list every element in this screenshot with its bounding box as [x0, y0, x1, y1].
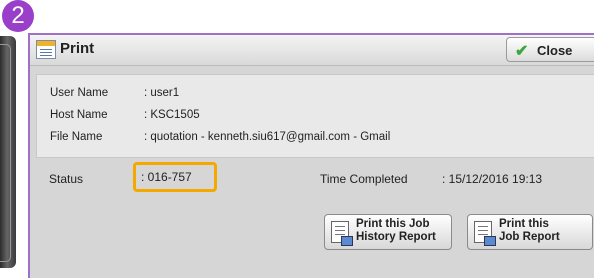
side-panel-edge [0, 36, 16, 268]
user-name-label: User Name [50, 87, 109, 99]
print-job-report-button[interactable]: Print this Job Report [467, 214, 593, 250]
host-name-label: Host Name [50, 109, 108, 121]
status-value: : 016-757 [133, 162, 217, 192]
document-print-icon [474, 221, 496, 246]
host-name-value: : KSC1505 [144, 109, 200, 121]
print-dialog: Print ✔ Close User Name : user1 Host Nam… [28, 33, 594, 278]
print-job-history-report-button[interactable]: Print this Job History Report [324, 214, 452, 250]
job-report-line2: Job Report [499, 231, 560, 243]
file-name-value: : quotation - kenneth.siu617@gmail.com -… [144, 131, 391, 143]
checkmark-icon: ✔ [515, 43, 529, 60]
time-completed-value: : 15/12/2016 19:13 [442, 172, 543, 186]
time-completed-label: Time Completed [320, 172, 408, 186]
dialog-title: Print [60, 40, 95, 57]
status-section: Status : 016-757 Time Completed : 15/12/… [36, 160, 594, 280]
user-name-value: : user1 [144, 87, 180, 99]
document-print-icon [331, 221, 353, 246]
job-report-line1: Print this [499, 218, 549, 230]
close-button[interactable]: ✔ Close [506, 37, 594, 62]
step-number-badge: 2 [2, 0, 34, 32]
print-window-icon [36, 40, 56, 59]
status-label: Status [49, 172, 84, 186]
close-button-label: Close [537, 43, 573, 58]
job-info-panel: User Name : user1 Host Name : KSC1505 Fi… [36, 74, 594, 158]
title-bar: Print ✔ Close [30, 35, 594, 66]
history-report-line2: History Report [356, 231, 436, 243]
file-name-label: File Name [50, 131, 103, 143]
history-report-line1: Print this Job [356, 218, 430, 230]
